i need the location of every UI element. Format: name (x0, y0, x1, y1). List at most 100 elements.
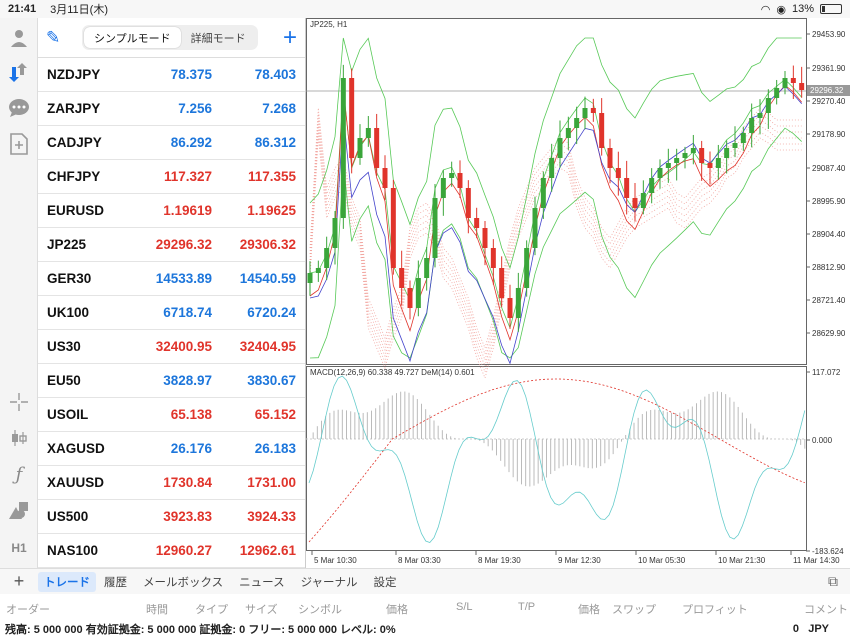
bid-price: 26.176 (170, 441, 212, 456)
col-price-2: 価格 (578, 604, 600, 616)
macd-label: MACD(12,26,9) 60.338 49.727 DeM(14) 0.60… (310, 368, 475, 377)
add-symbol-icon[interactable]: + (283, 24, 297, 52)
quote-row-ger30[interactable]: GER30 14533.89 14540.59 (38, 262, 305, 296)
quote-row-eurusd[interactable]: EURUSD 1.19619 1.19625 (38, 194, 305, 228)
quote-row-usoil[interactable]: USOIL 65.138 65.152 (38, 398, 305, 432)
macd-tick-label: -183.624 (812, 547, 844, 556)
ask-price: 26.183 (254, 441, 296, 456)
candle-body (332, 218, 338, 248)
col-symbol: シンボル (298, 604, 342, 616)
candle-body (382, 168, 388, 188)
candle-body (515, 288, 521, 318)
new-document-icon[interactable] (5, 130, 33, 158)
candle-body (449, 173, 455, 178)
candle-body (665, 163, 671, 168)
quote-row-nzdjpy[interactable]: NZDJPY 78.375 78.403 (38, 58, 305, 92)
market-watch-header: ✎ シンプルモード 詳細モード + (38, 18, 305, 58)
bottom-tab-bar: + トレード 履歴 メールボックス ニュース ジャーナル 設定 ⧉ (0, 568, 850, 594)
time-tick-label: 8 Mar 19:30 (478, 556, 521, 565)
candle-body (349, 78, 355, 158)
tab-journal[interactable]: ジャーナル (293, 574, 366, 590)
chart-canvas[interactable]: JP225, H1 29453.90 29361.90 29270.40 29178.9… (306, 18, 850, 568)
candle-body (549, 158, 555, 178)
orientation-lock-icon: ◉ (776, 3, 786, 16)
bid-price: 86.292 (170, 135, 212, 150)
candle-body (324, 248, 330, 268)
bollinger-lower (309, 127, 802, 359)
col-size: サイズ (245, 604, 278, 616)
macd-tick-label: 117.072 (812, 368, 841, 377)
candle-body (565, 128, 571, 138)
price-tick-label: 29087.40 (812, 164, 846, 173)
time-tick-label: 9 Mar 12:30 (558, 556, 601, 565)
quote-row-cadjpy[interactable]: CADJPY 86.292 86.312 (38, 126, 305, 160)
symbol-label: US30 (47, 339, 81, 354)
candle-body (790, 78, 796, 83)
wifi-icon: ◠ (760, 3, 771, 16)
bid-price: 3828.97 (163, 373, 212, 388)
tab-news[interactable]: ニュース (231, 574, 292, 590)
candle-body (590, 108, 596, 113)
quote-row-chfjpy[interactable]: CHFJPY 117.327 117.355 (38, 160, 305, 194)
symbol-label: EU50 (47, 373, 81, 388)
candle-body (799, 83, 805, 90)
tab-settings[interactable]: 設定 (366, 574, 405, 590)
balance-summary: 残高: 5 000 000 有効証拠金: 5 000 000 証拠金: 0 フリ… (5, 624, 396, 636)
ichimoku-cloud-line (309, 125, 802, 368)
quote-row-us500[interactable]: US500 3923.83 3924.33 (38, 500, 305, 534)
ask-price: 6720.24 (247, 305, 296, 320)
candle-body (482, 228, 488, 248)
candle-body (774, 88, 780, 98)
symbol-label: US500 (47, 509, 89, 524)
mode-segmented-control: シンプルモード 詳細モード (82, 25, 258, 50)
candle-body (749, 118, 755, 133)
bollinger-middle (309, 78, 803, 330)
candle-body (724, 148, 730, 158)
price-chart[interactable]: JP225, H1 29453.90 29361.90 29270.40 29178.9… (306, 18, 850, 568)
simple-mode-tab[interactable]: シンプルモード (84, 27, 181, 48)
col-type: タイプ (195, 604, 228, 616)
trade-column-header: オーダー 時間 タイプ サイズ シンボル 価格 S/L T/P 価格 スワップ … (0, 594, 850, 620)
candle-body (357, 138, 363, 158)
candle-body (540, 178, 546, 208)
macd-signal-line (308, 378, 805, 543)
add-icon[interactable]: + (0, 571, 38, 592)
chat-icon[interactable] (5, 94, 33, 122)
quote-row-xauusd[interactable]: XAUUSD 1730.84 1731.00 (38, 466, 305, 500)
objects-icon[interactable] (5, 496, 33, 524)
ask-price: 117.355 (247, 169, 296, 184)
candle-body (632, 198, 638, 208)
ask-price: 78.403 (254, 67, 296, 82)
symbol-label: UK100 (47, 305, 90, 320)
left-toolbar: ƒ H1 (0, 18, 38, 568)
tab-trade[interactable]: トレード (38, 571, 96, 592)
macd-tick-label: 0.000 (812, 436, 833, 445)
detail-mode-tab[interactable]: 詳細モード (181, 27, 256, 48)
quote-row-uk100[interactable]: UK100 6718.74 6720.24 (38, 296, 305, 330)
crosshair-icon[interactable] (5, 388, 33, 416)
candle-body (307, 273, 313, 283)
trade-icon[interactable] (5, 58, 33, 86)
tab-mailbox[interactable]: メールボックス (135, 574, 231, 590)
ask-price: 14540.59 (239, 271, 296, 286)
ask-price: 7.268 (262, 101, 296, 116)
tab-history[interactable]: 履歴 (96, 574, 135, 590)
candle-body (682, 153, 688, 158)
bid-price: 1.19619 (163, 203, 212, 218)
account-icon[interactable] (5, 24, 33, 52)
layout-icon[interactable]: ⧉ (828, 573, 838, 590)
candlestick-icon[interactable] (5, 424, 33, 452)
quote-row-xagusd[interactable]: XAGUSD 26.176 26.183 (38, 432, 305, 466)
quote-row-jp225[interactable]: JP225 29296.32 29306.32 (38, 228, 305, 262)
quote-row-eu50[interactable]: EU50 3828.97 3830.67 (38, 364, 305, 398)
function-icon[interactable]: ƒ (5, 460, 33, 488)
quote-row-nas100[interactable]: NAS100 12960.27 12962.61 (38, 534, 305, 568)
price-tick-label: 29361.90 (812, 64, 846, 73)
bid-price: 65.138 (170, 407, 212, 422)
candle-body (582, 108, 588, 118)
bid-price: 14533.89 (155, 271, 212, 286)
timeframe-button[interactable]: H1 (5, 534, 33, 562)
edit-icon[interactable]: ✎ (46, 28, 82, 48)
quote-row-us30[interactable]: US30 32400.95 32404.95 (38, 330, 305, 364)
quote-row-zarjpy[interactable]: ZARJPY 7.256 7.268 (38, 92, 305, 126)
